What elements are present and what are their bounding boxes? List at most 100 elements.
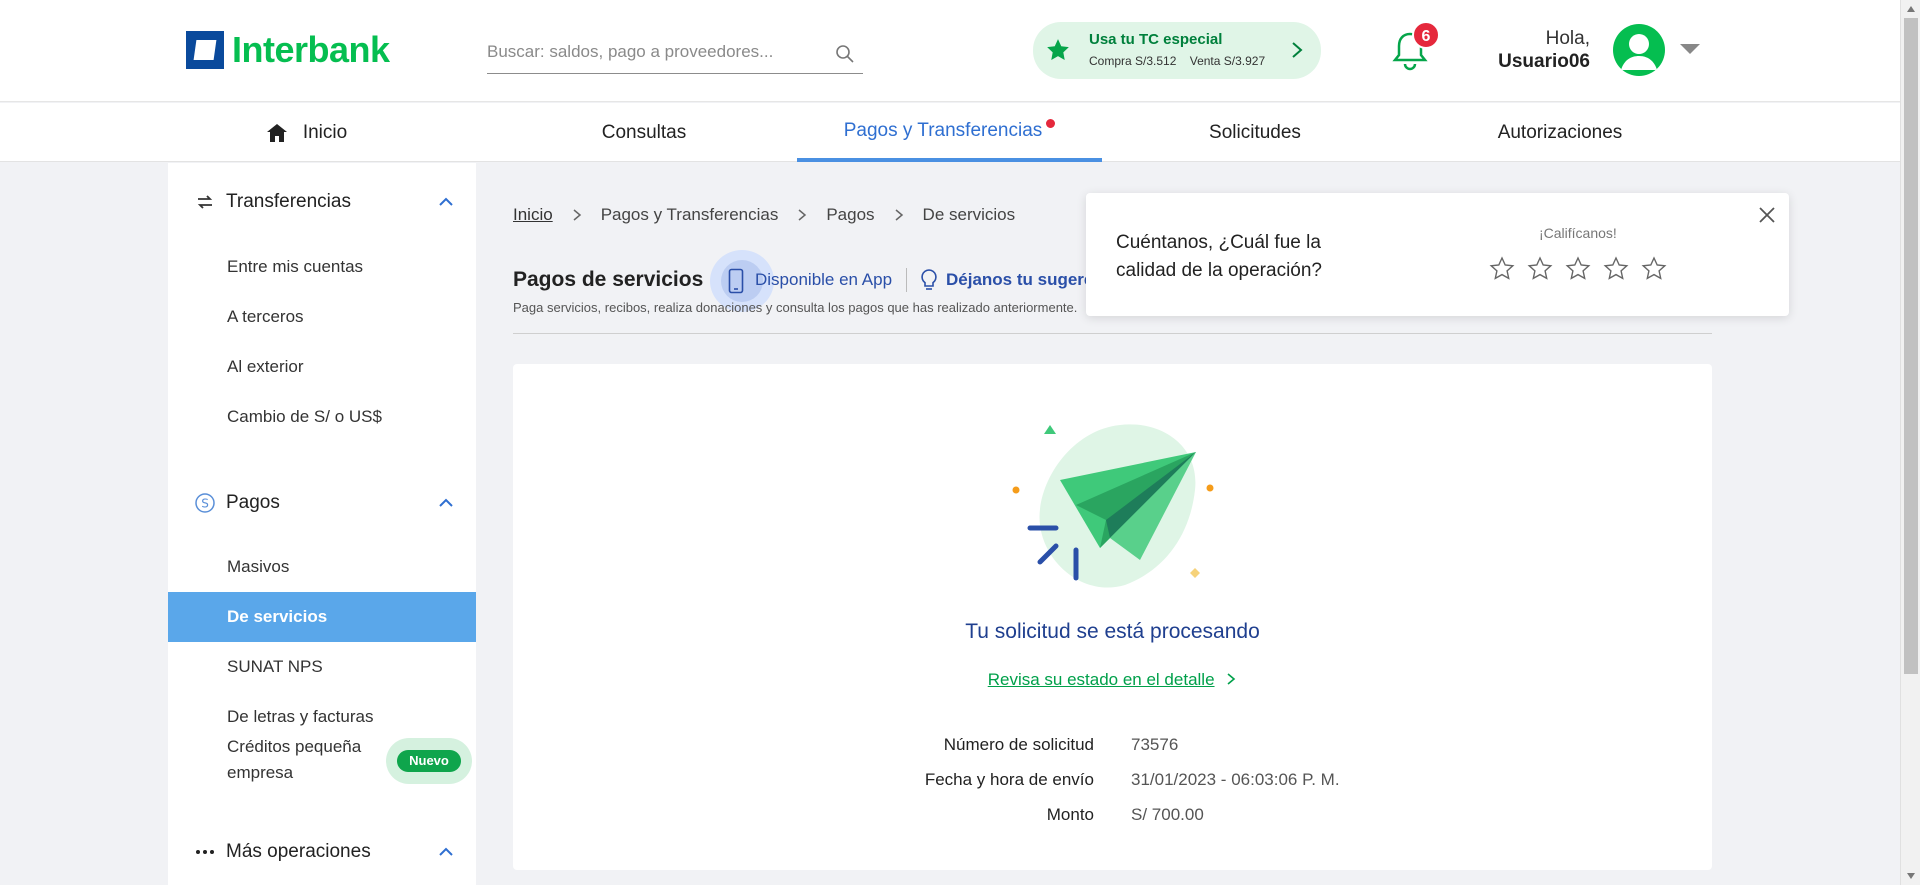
- nav-item-pagos-transferencias[interactable]: Pagos y Transferencias: [797, 103, 1102, 162]
- rating-question: Cuéntanos, ¿Cuál fue la calidad de la op…: [1116, 232, 1322, 281]
- sidebar-item-al-exterior[interactable]: Al exterior: [168, 342, 476, 392]
- main-nav: Inicio Consultas Pagos y Transferencias …: [0, 103, 1900, 162]
- tc-buy-rate: Compra S/3.512: [1089, 54, 1177, 68]
- caret-down-icon[interactable]: [1679, 42, 1701, 56]
- page-scrollbar[interactable]: [1900, 0, 1920, 885]
- new-badge: Nuevo: [397, 750, 461, 772]
- rating-stars: [1489, 256, 1679, 282]
- star-rating-icon[interactable]: [1565, 256, 1591, 282]
- avatar[interactable]: [1613, 24, 1665, 76]
- scroll-up-arrow-icon[interactable]: [1906, 4, 1916, 14]
- interbank-logo[interactable]: Interbank: [186, 29, 390, 70]
- star-rating-icon[interactable]: [1641, 256, 1667, 282]
- suggestion-link[interactable]: Déjanos tu sugerencia: [946, 270, 1086, 290]
- detail-label: Monto: [1046, 805, 1094, 824]
- nav-label: Solicitudes: [1209, 121, 1301, 143]
- tc-sell-rate: Venta S/3.927: [1189, 54, 1266, 68]
- tc-promo-title: Usa tu TC especial: [1089, 31, 1223, 48]
- sidebar-section-label: Transferencias: [226, 191, 351, 212]
- user-icon: [1621, 34, 1657, 70]
- nav-item-autorizaciones[interactable]: Autorizaciones: [1408, 103, 1712, 162]
- paper-plane-illustration: [1012, 424, 1214, 588]
- star-icon: [1047, 39, 1069, 60]
- sidebar-item-cambio-moneda[interactable]: Cambio de S/ o US$: [168, 392, 476, 442]
- chevron-right-icon: [798, 209, 807, 221]
- nav-label: Autorizaciones: [1497, 121, 1623, 143]
- detail-label: Fecha y hora de envío: [924, 770, 1094, 789]
- divider: [513, 333, 1712, 334]
- nav-item-consultas[interactable]: Consultas: [492, 103, 796, 162]
- dollar-circle-icon: S: [195, 493, 215, 513]
- breadcrumb-link-inicio[interactable]: Inicio: [513, 205, 553, 225]
- chevron-right-icon: [573, 209, 581, 221]
- rating-cta: ¡Califícanos!: [1539, 225, 1617, 241]
- tc-promo-banner[interactable]: Usa tu TC especial Compra S/3.512 Venta …: [1033, 22, 1321, 79]
- lightbulb-icon: [921, 269, 937, 290]
- tc-promo-rates: Compra S/3.512 Venta S/3.927: [1089, 54, 1275, 68]
- user-name: Usuario06: [1498, 51, 1590, 72]
- sidebar-item-de-servicios[interactable]: De servicios: [168, 592, 476, 642]
- detail-row-fecha-hora: Fecha y hora de envío 31/01/2023 - 06:03…: [513, 770, 1712, 794]
- chevron-right-icon: [1227, 673, 1236, 685]
- phone-icon[interactable]: [728, 268, 744, 294]
- chevron-right-icon: [1292, 42, 1303, 58]
- sidebar-item-a-terceros[interactable]: A terceros: [168, 292, 476, 342]
- detail-value: 31/01/2023 - 06:03:06 P. M.: [1131, 770, 1340, 789]
- sidebar-section-pagos[interactable]: S Pagos: [168, 483, 476, 523]
- status-detail-link-text[interactable]: Revisa su estado en el detalle: [988, 670, 1215, 689]
- logo-mark-icon: [186, 31, 224, 69]
- rating-popup: Cuéntanos, ¿Cuál fue la calidad de la op…: [1086, 193, 1789, 316]
- search-icon[interactable]: [835, 44, 855, 64]
- svg-text:S: S: [201, 497, 209, 511]
- star-rating-icon[interactable]: [1603, 256, 1629, 282]
- detail-row-numero-solicitud: Número de solicitud 73576: [513, 735, 1712, 759]
- breadcrumb: Inicio Pagos y Transferencias Pagos De s…: [513, 205, 1015, 225]
- page-title: Pagos de servicios: [513, 268, 704, 291]
- status-title: Tu solicitud se está procesando: [965, 620, 1260, 643]
- notification-count-badge: 6: [1412, 21, 1440, 49]
- more-dots-icon: [196, 850, 214, 854]
- chevron-right-icon: [895, 209, 903, 221]
- breadcrumb-item-pagos-transferencias[interactable]: Pagos y Transferencias: [601, 205, 779, 225]
- detail-row-monto: Monto S/ 700.00: [513, 805, 1712, 829]
- page-subtitle: Paga servicios, recibos, realiza donacio…: [513, 300, 1078, 315]
- star-rating-icon[interactable]: [1527, 256, 1553, 282]
- breadcrumb-item-current: De servicios: [922, 205, 1016, 224]
- logo-text: Interbank: [232, 29, 390, 70]
- scrollbar-thumb[interactable]: [1904, 18, 1918, 674]
- sidebar: Transferencias Entre mis cuentas A terce…: [168, 163, 476, 885]
- star-rating-icon[interactable]: [1489, 256, 1515, 282]
- close-icon[interactable]: [1757, 205, 1777, 225]
- nav-item-solicitudes[interactable]: Solicitudes: [1103, 103, 1407, 162]
- sidebar-item-creditos-pequena-empresa[interactable]: Créditos pequeña empresa: [168, 729, 378, 791]
- divider: [906, 268, 907, 292]
- sidebar-item-entre-mis-cuentas[interactable]: Entre mis cuentas: [168, 242, 476, 292]
- transfer-icon: [197, 195, 213, 209]
- nav-label: Pagos y Transferencias: [843, 119, 1043, 141]
- status-detail-link[interactable]: Revisa su estado en el detalle: [513, 670, 1712, 690]
- sidebar-item-sunat-nps[interactable]: SUNAT NPS: [168, 642, 476, 692]
- user-greeting: Hola, Usuario06: [1470, 27, 1590, 73]
- nav-item-inicio[interactable]: Inicio: [186, 103, 426, 162]
- top-header: Interbank Usa tu TC especial Compra S/3.…: [0, 0, 1900, 102]
- sidebar-item-masivos[interactable]: Masivos: [168, 542, 476, 592]
- home-icon: [266, 123, 287, 142]
- chevron-up-icon: [439, 197, 453, 206]
- detail-value: S/ 700.00: [1131, 805, 1204, 824]
- sidebar-section-label: Más operaciones: [226, 841, 371, 862]
- nav-alert-dot: [1046, 119, 1056, 128]
- nav-label: Inicio: [302, 121, 348, 143]
- nav-label: Consultas: [601, 121, 687, 143]
- sidebar-section-transferencias[interactable]: Transferencias: [168, 182, 476, 222]
- sidebar-section-mas-operaciones[interactable]: Más operaciones: [168, 832, 476, 872]
- detail-label: Número de solicitud: [943, 735, 1094, 754]
- scroll-down-arrow-icon[interactable]: [1906, 871, 1916, 881]
- search-input[interactable]: [487, 38, 827, 62]
- sidebar-section-label: Pagos: [226, 492, 280, 513]
- available-in-app-link[interactable]: Disponible en App: [755, 270, 892, 290]
- detail-value: 73576: [1131, 735, 1179, 754]
- greeting-text: Hola,: [1545, 28, 1590, 49]
- breadcrumb-item-pagos[interactable]: Pagos: [826, 205, 874, 225]
- search-bar: [487, 38, 863, 74]
- chevron-up-icon: [439, 498, 453, 507]
